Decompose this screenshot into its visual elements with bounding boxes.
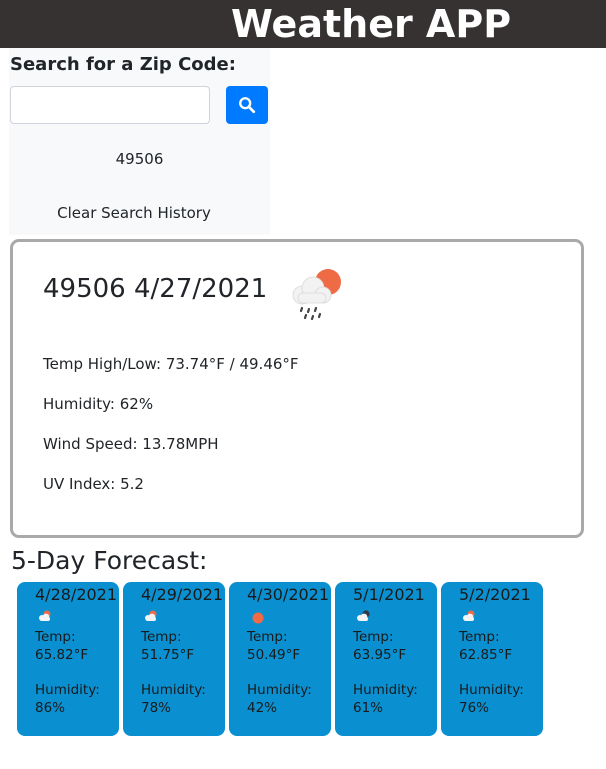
forecast-humidity-label: Humidity: xyxy=(141,682,206,698)
cloud-sun-rain-icon xyxy=(292,269,341,321)
app-header: Weather APP xyxy=(0,0,606,48)
search-history-item[interactable]: 49506 xyxy=(9,150,270,168)
forecast-date: 5/1/2021 xyxy=(353,585,425,604)
forecast-temp-value: 63.95°F xyxy=(353,647,407,663)
forecast-humidity-label: Humidity: xyxy=(247,682,312,698)
forecast-date: 4/29/2021 xyxy=(141,585,224,604)
current-humidity: Humidity: 62% xyxy=(43,395,154,413)
forecast-humidity-label: Humidity: xyxy=(35,682,100,698)
forecast-temp-value: 65.82°F xyxy=(35,647,89,663)
forecast-date: 5/2/2021 xyxy=(459,585,531,604)
search-label: Search for a Zip Code: xyxy=(10,54,236,75)
forecast-card: 4/28/2021 Temp: 65.82°F Humidity: 86% xyxy=(17,582,119,736)
forecast-temp-label: Temp: xyxy=(247,629,288,645)
forecast-humidity-value: 78% xyxy=(141,700,172,716)
forecast-card: 4/30/2021 Temp: 50.49°F Humidity: 42% xyxy=(229,582,331,736)
forecast-card: 5/1/2021 Temp: 63.95°F Humidity: 61% xyxy=(335,582,437,736)
search-button[interactable] xyxy=(226,86,268,124)
search-icon xyxy=(239,97,256,114)
app-title: Weather APP xyxy=(231,2,512,46)
forecast-humidity-value: 86% xyxy=(35,700,66,716)
forecast-temp-label: Temp: xyxy=(459,629,500,645)
forecast-temp-value: 51.75°F xyxy=(141,647,195,663)
forecast-temp-value: 50.49°F xyxy=(247,647,301,663)
forecast-temp-value: 62.85°F xyxy=(459,647,513,663)
forecast-humidity-value: 61% xyxy=(353,700,384,716)
current-location-date: 49506 4/27/2021 xyxy=(43,274,268,304)
current-weather-card: 49506 4/27/2021 Temp High/Low: 73.74°F /… xyxy=(10,239,584,538)
current-uv-index: UV Index: 5.2 xyxy=(43,475,144,493)
search-panel: Search for a Zip Code: 49506 Clear Searc… xyxy=(9,48,270,235)
forecast-humidity-label: Humidity: xyxy=(353,682,418,698)
cloudy-night-icon xyxy=(357,610,370,621)
clear-history-button[interactable]: Clear Search History xyxy=(9,204,259,222)
forecast-temp-label: Temp: xyxy=(35,629,76,645)
forecast-date: 4/30/2021 xyxy=(247,585,330,604)
sun-icon xyxy=(252,612,264,624)
current-temp: Temp High/Low: 73.74°F / 49.46°F xyxy=(43,355,299,373)
forecast-humidity-value: 76% xyxy=(459,700,490,716)
forecast-humidity-label: Humidity: xyxy=(459,682,524,698)
forecast-humidity-value: 42% xyxy=(247,700,278,716)
forecast-title: 5-Day Forecast: xyxy=(11,546,208,575)
partly-cloudy-icon xyxy=(145,610,157,621)
forecast-card: 5/2/2021 Temp: 62.85°F Humidity: 76% xyxy=(441,582,543,736)
forecast-temp-label: Temp: xyxy=(353,629,394,645)
forecast-card: 4/29/2021 Temp: 51.75°F Humidity: 78% xyxy=(123,582,225,736)
partly-cloudy-icon xyxy=(39,610,51,621)
partly-cloudy-icon xyxy=(463,610,475,621)
forecast-temp-label: Temp: xyxy=(141,629,182,645)
forecast-date: 4/28/2021 xyxy=(35,585,118,604)
zip-search-input[interactable] xyxy=(10,86,210,124)
current-wind-speed: Wind Speed: 13.78MPH xyxy=(43,435,219,453)
